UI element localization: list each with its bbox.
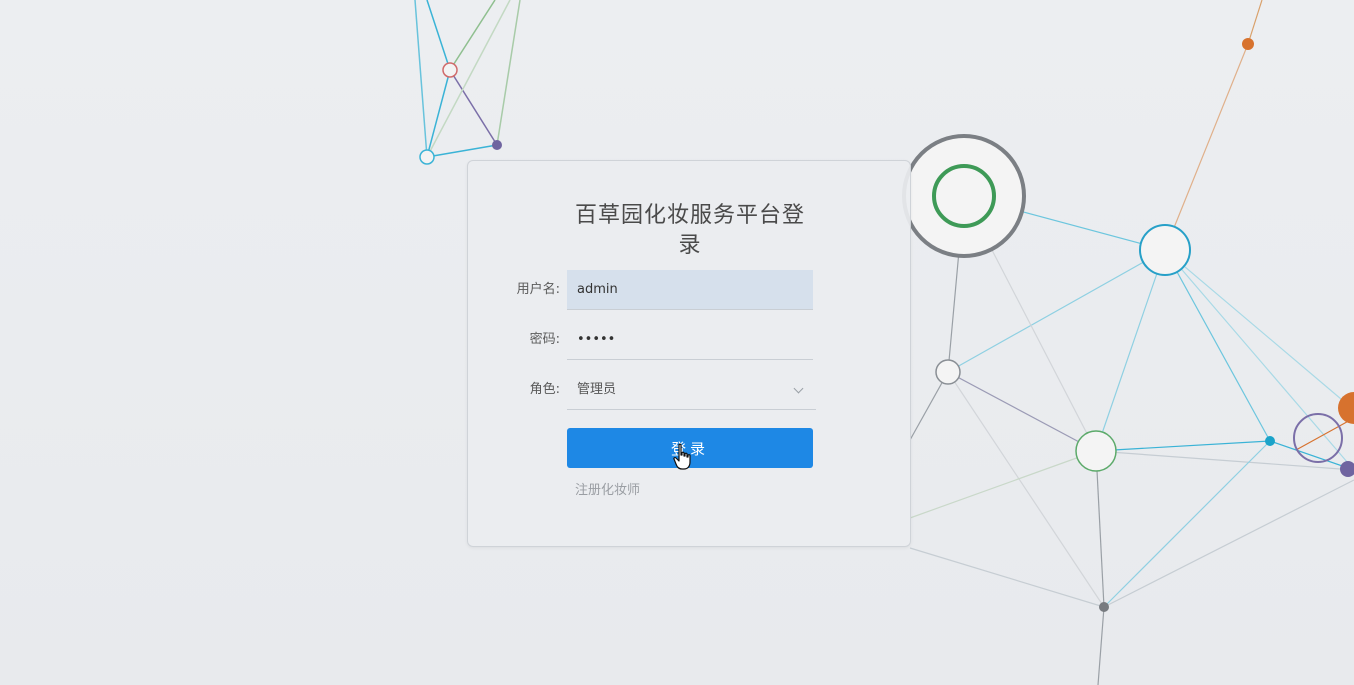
- login-button[interactable]: 登录: [567, 428, 813, 468]
- chevron-down-icon: [793, 383, 804, 394]
- role-select[interactable]: 管理员: [567, 370, 816, 410]
- username-row: 用户名:: [468, 270, 912, 310]
- role-label: 角色:: [529, 382, 560, 397]
- password-row: 密码:: [468, 320, 912, 360]
- register-link[interactable]: 注册化妆师: [575, 479, 640, 498]
- network-cluster-left: [414, 0, 521, 165]
- username-label: 用户名:: [516, 282, 560, 297]
- role-row: 角色: 管理员: [468, 370, 912, 410]
- login-card: 百草园化妆服务平台登录 用户名: 密码: 角色: 管理员 登录 注册化妆师: [467, 160, 911, 547]
- username-input[interactable]: [567, 270, 813, 310]
- network-cluster-right: [902, 134, 1354, 685]
- role-selected-value: 管理员: [577, 382, 617, 397]
- network-cluster-top-right: [1164, 0, 1263, 251]
- password-label: 密码:: [529, 332, 560, 347]
- login-title: 百草园化妆服务平台登录: [574, 203, 805, 258]
- password-input[interactable]: [567, 320, 813, 360]
- login-page: 百草园化妆服务平台登录 用户名: 密码: 角色: 管理员 登录 注册化妆师: [0, 0, 1354, 685]
